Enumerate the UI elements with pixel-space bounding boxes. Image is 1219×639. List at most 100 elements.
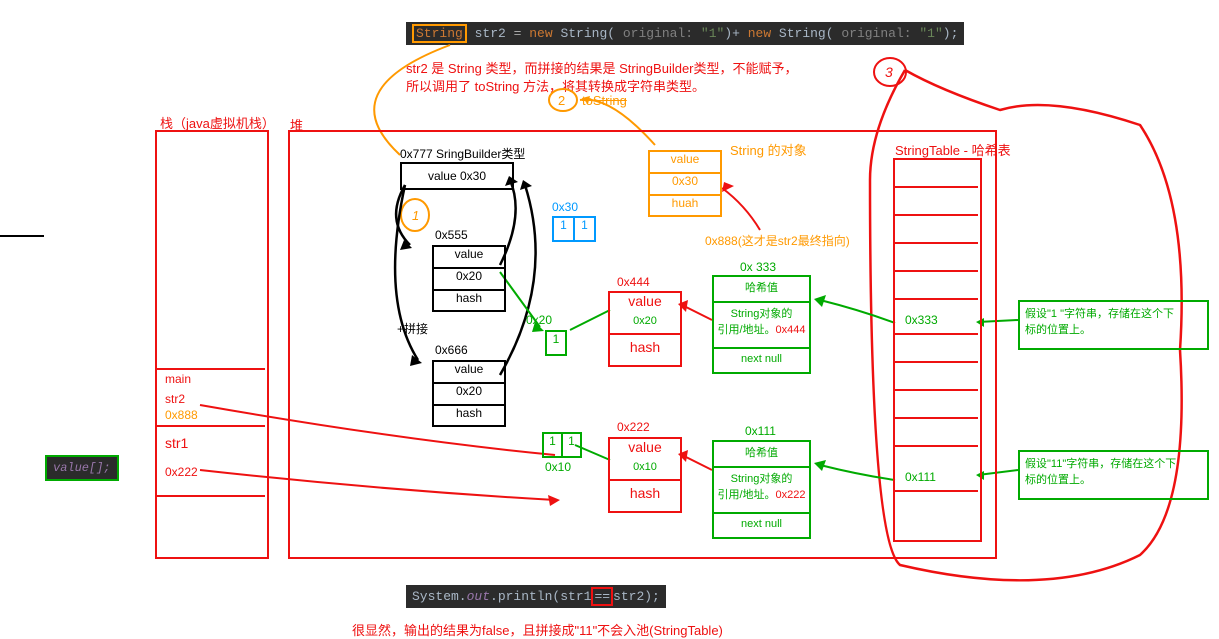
toString-lbl: toString — [582, 93, 627, 108]
box444: value 0x20 hash — [608, 291, 682, 367]
g111-next: next null — [714, 514, 809, 540]
st-r5 — [893, 298, 978, 300]
g333-hash: 哈希值 — [714, 277, 809, 303]
kw3: new — [748, 26, 771, 41]
addr020: 0x20 — [526, 313, 552, 327]
box222-hash: hash — [610, 481, 680, 511]
addr444: 0x444 — [617, 275, 650, 289]
bottom-note: 很显然，输出的结果为false，且拼接成"11"不会入池(StringTable… — [352, 620, 723, 639]
call2: String( — [771, 26, 833, 41]
addr333: 0x 333 — [740, 260, 776, 274]
stringtable-title: StringTable - 哈希表 — [895, 140, 1011, 159]
st-r8 — [893, 389, 978, 391]
comment-2: 所以调用了 toString 方法，将其转换成字符串类型。 — [406, 76, 705, 95]
sb-val: value 0x30 — [428, 169, 486, 183]
s2: "1" — [919, 26, 942, 41]
g111-ref2: 引用/地址。 — [717, 489, 775, 501]
b030-2: 1 — [575, 218, 594, 240]
cb-call: .println(str1 — [490, 589, 591, 604]
box444-addr: 0x20 — [610, 315, 680, 335]
cb-pre: System. — [412, 589, 467, 604]
tbl111: 0x111 — [905, 470, 936, 484]
box444-hash: hash — [610, 335, 680, 365]
addr111: 0x111 — [745, 424, 776, 438]
g111-ref: String对象的 引用/地址。0x222 — [714, 468, 809, 514]
st-r10 — [893, 445, 978, 447]
box666-hash: hash — [434, 406, 504, 426]
blue030: 1 1 — [552, 216, 596, 242]
cb-eq: == — [591, 587, 613, 606]
box666: value 0x20 hash — [432, 360, 506, 427]
st-r2 — [893, 214, 978, 216]
call: String( — [553, 26, 615, 41]
box555-val: value — [434, 247, 504, 269]
g333-ref1: String对象的 — [731, 308, 793, 320]
tbl333: 0x333 — [905, 313, 938, 327]
tip1: 假设"1 "字符串，存储在这个下 标的位置上。 — [1018, 300, 1209, 350]
code-keyword: String — [412, 24, 467, 43]
b030-1: 1 — [554, 218, 575, 240]
kw2: new — [529, 26, 552, 41]
g333-refaddr: 0x444 — [776, 324, 806, 336]
code-top: String str2 = new String( original: "1")… — [406, 22, 964, 45]
concat: +拼接 — [397, 320, 428, 337]
stack-div1 — [155, 368, 265, 370]
st-r1 — [893, 186, 978, 188]
st-r6 — [893, 333, 978, 335]
g020: 1 — [545, 330, 567, 356]
cb-end: str2); — [613, 589, 660, 604]
box222-val: value — [610, 439, 680, 461]
addr888: 0x888(这才是str2最终指向) — [705, 232, 850, 249]
box666-val: value — [434, 362, 504, 384]
box666-addr: 0x20 — [434, 384, 504, 406]
tip1b: 标的位置上。 — [1025, 321, 1202, 337]
tip2a: 假设"11"字符串，存储在这个下 — [1025, 455, 1202, 471]
addr555: 0x555 — [435, 228, 468, 242]
g111: 哈希值 String对象的 引用/地址。0x222 next null — [712, 440, 811, 539]
sb-label: 0x777 SringBuilder类型 — [400, 145, 525, 162]
num3: 3 — [885, 64, 893, 80]
addr010: 0x10 — [545, 460, 571, 474]
addr030: 0x30 — [552, 200, 578, 214]
orig2: original: — [834, 26, 920, 41]
stack-str2: str2 — [165, 392, 185, 406]
box555-addr: 0x20 — [434, 269, 504, 291]
g010-1: 1 — [544, 434, 563, 456]
so-addr: 0x30 — [650, 174, 720, 196]
stack-main: main — [165, 372, 191, 386]
box555: value 0x20 hash — [432, 245, 506, 312]
tip2b: 标的位置上。 — [1025, 471, 1202, 487]
plus: )+ — [724, 26, 747, 41]
st-r4 — [893, 270, 978, 272]
sb-box: value 0x30 — [400, 162, 514, 190]
stack-div2 — [155, 425, 265, 427]
g111-hash: 哈希值 — [714, 442, 809, 468]
tip2: 假设"11"字符串，存储在这个下 标的位置上。 — [1018, 450, 1209, 500]
value-snip-txt: value[]; — [53, 461, 111, 475]
eq: = — [506, 26, 529, 41]
stack-str1: str1 — [165, 435, 188, 451]
comment-1: str2 是 String 类型，而拼接的结果是 StringBuilder类型… — [406, 58, 798, 77]
stack-div3 — [155, 495, 265, 497]
box555-hash: hash — [434, 291, 504, 311]
string-obj-box: value 0x30 huah — [648, 150, 722, 217]
bottom-note-txt: 很显然，输出的结果为false，且拼接成"11"不会入池(StringTable… — [352, 623, 723, 638]
so-hash: huah — [650, 196, 720, 216]
cb-out: out — [467, 589, 490, 604]
g333-ref2: 引用/地址。 — [717, 324, 775, 336]
box222-addr: 0x10 — [610, 461, 680, 481]
value-snippet: value[]; — [45, 455, 119, 481]
code-bot: System.out.println(str1==str2); — [406, 585, 666, 608]
st-r9 — [893, 417, 978, 419]
tip1a: 假设"1 "字符串，存储在这个下 — [1025, 305, 1202, 321]
g333: 哈希值 String对象的 引用/地址。0x444 next null — [712, 275, 811, 374]
stack-str2addr: 0x888 — [165, 408, 198, 422]
g333-ref: String对象的 引用/地址。0x444 — [714, 303, 809, 349]
num2: 2 — [558, 93, 565, 108]
g111-refaddr: 0x222 — [776, 489, 806, 501]
g333-next: next null — [714, 349, 809, 375]
code-id: str2 — [475, 26, 506, 41]
addr666: 0x666 — [435, 343, 468, 357]
end: ); — [943, 26, 959, 41]
st-r7 — [893, 361, 978, 363]
